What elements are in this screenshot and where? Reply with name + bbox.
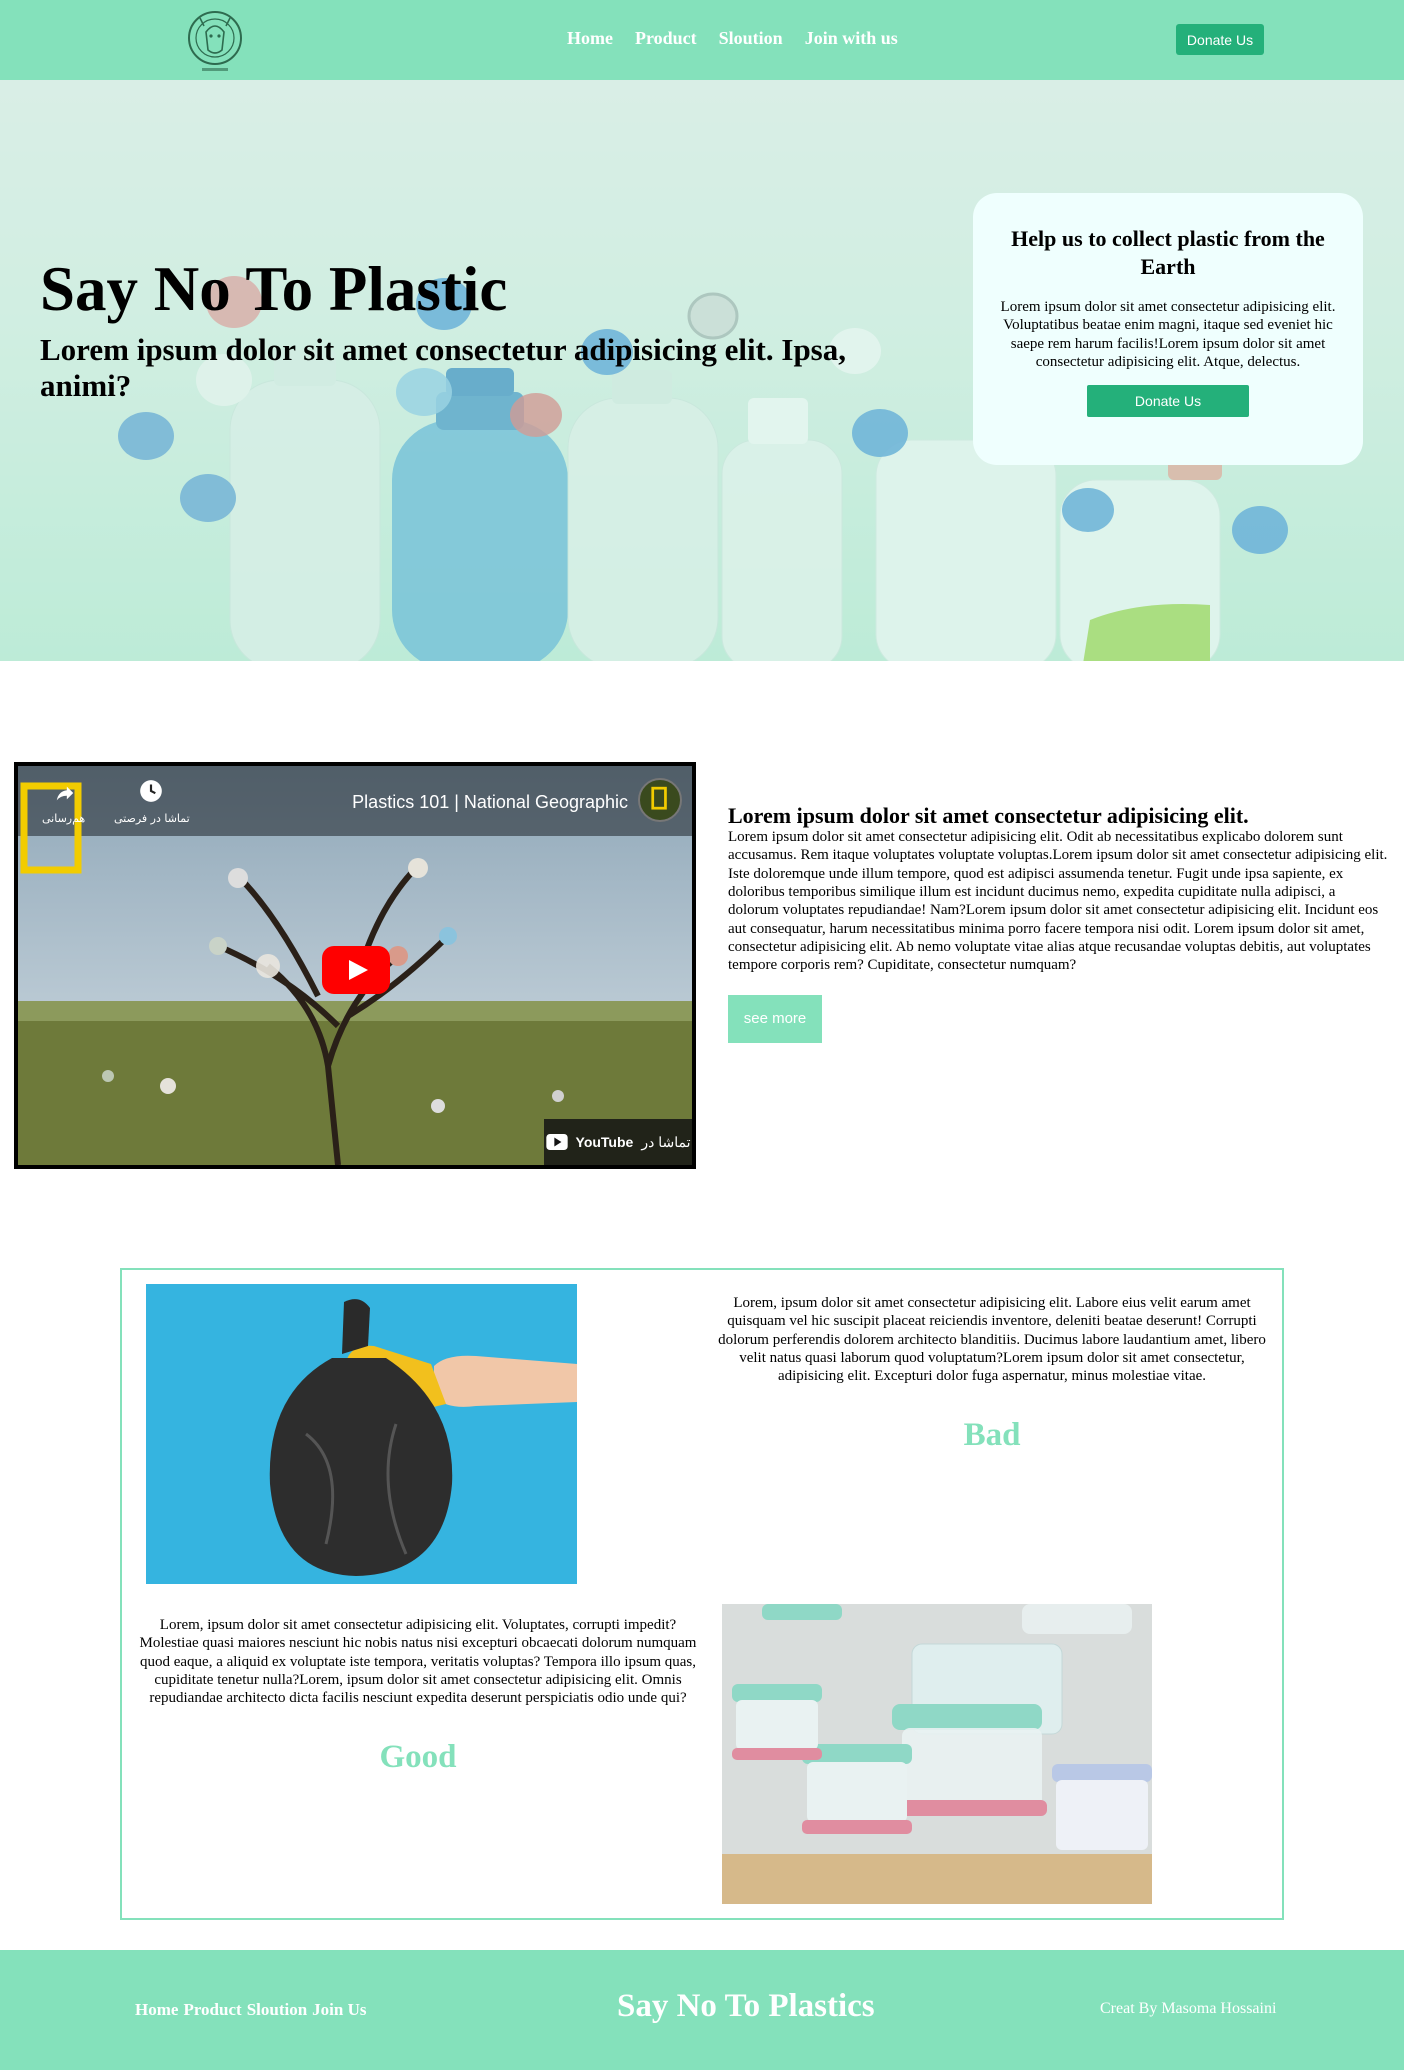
- about-section: Lorem ipsum dolor sit amet consectetur a…: [728, 803, 1388, 1043]
- share-icon[interactable]: [54, 782, 76, 804]
- nat-geo-logo-icon: [651, 786, 667, 810]
- see-more-button[interactable]: see more: [728, 994, 822, 1043]
- video-embed[interactable]: هم‌رسانی تماشا در فرصتی Plastics 101 | N…: [14, 762, 696, 1169]
- youtube-label: YouTube: [575, 1134, 634, 1150]
- watch-on-label: تماشا در: [641, 1133, 691, 1150]
- help-card: Help us to collect plastic from the Eart…: [973, 193, 1363, 465]
- footer-solution-link[interactable]: Sloution: [247, 2000, 307, 2020]
- bad-label: Bad: [963, 1417, 1021, 1454]
- watch-later-icon[interactable]: [138, 778, 164, 804]
- footer-join-link[interactable]: Join Us: [312, 2000, 366, 2020]
- about-text: Lorem ipsum dolor sit amet consectetur a…: [728, 829, 1388, 974]
- footer: Home Product Sloution Join Us Say No To …: [0, 1950, 1404, 2070]
- food-containers-illustration: [722, 1604, 1152, 1904]
- bad-block: Lorem, ipsum dolor sit amet consectetur …: [712, 1294, 1272, 1454]
- youtube-icon: [545, 1134, 568, 1150]
- hero-section: Say No To Plastic Lorem ipsum dolor sit …: [0, 80, 1404, 661]
- logo[interactable]: [186, 2, 244, 78]
- video-title[interactable]: Plastics 101 | National Geographic: [352, 792, 628, 813]
- nav-join-link[interactable]: Join with us: [805, 28, 898, 49]
- help-card-title: Help us to collect plastic from the Eart…: [1011, 226, 1325, 279]
- footer-home-link[interactable]: Home: [135, 2000, 178, 2020]
- bad-text: Lorem, ipsum dolor sit amet consectetur …: [718, 1295, 1266, 1385]
- watch-later-label: تماشا در فرصتی: [114, 812, 190, 825]
- footer-credit: Creat By Masoma Hossaini: [1100, 2000, 1277, 2017]
- play-button-icon[interactable]: [322, 946, 390, 994]
- good-label: Good: [379, 1739, 457, 1776]
- help-donate-button[interactable]: Donate Us: [1087, 385, 1249, 418]
- trash-bag-illustration: [146, 1284, 577, 1584]
- footer-title: Say No To Plastics: [617, 1988, 875, 2024]
- help-card-text: Lorem ipsum dolor sit amet consectetur a…: [1000, 299, 1336, 370]
- good-text: Lorem, ipsum dolor sit amet consectetur …: [139, 1617, 697, 1707]
- footer-nav: Home Product Sloution Join Us: [135, 2000, 367, 2020]
- main-nav: Home Product Sloution Join with us: [567, 28, 898, 49]
- compare-section: Lorem, ipsum dolor sit amet consectetur …: [120, 1268, 1284, 1920]
- good-block: Lorem, ipsum dolor sit amet consectetur …: [134, 1616, 702, 1776]
- channel-avatar[interactable]: [638, 778, 682, 822]
- trash-bag-image: [146, 1284, 577, 1584]
- nav-donate-button[interactable]: Donate Us: [1176, 24, 1264, 55]
- nav-home-link[interactable]: Home: [567, 28, 613, 49]
- footer-product-link[interactable]: Product: [183, 2000, 241, 2020]
- hero-title: Say No To Plastic: [40, 254, 508, 324]
- navbar: Home Product Sloution Join with us Donat…: [0, 0, 1404, 80]
- food-containers-image: [722, 1604, 1152, 1904]
- nav-solution-link[interactable]: Sloution: [719, 28, 783, 49]
- watch-on-youtube-bar[interactable]: YouTube تماشا در: [544, 1119, 692, 1165]
- about-title: Lorem ipsum dolor sit amet consectetur a…: [728, 803, 1249, 828]
- hero-subtitle: Lorem ipsum dolor sit amet consectetur a…: [40, 332, 846, 403]
- nav-product-link[interactable]: Product: [635, 28, 697, 49]
- share-label: هم‌رسانی: [42, 812, 86, 825]
